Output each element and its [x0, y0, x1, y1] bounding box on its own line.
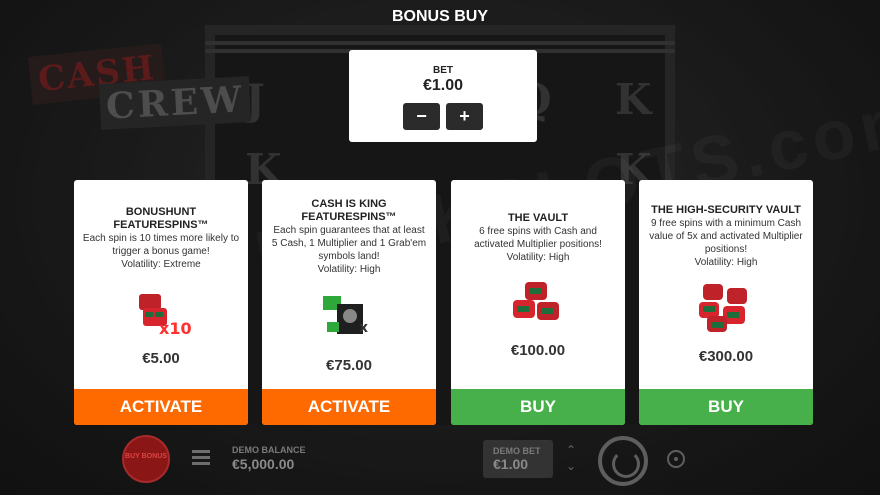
card-title: BONUSHUNT [125, 206, 197, 218]
menu-icon[interactable] [192, 450, 210, 468]
demo-bet-label: DEMO BET [493, 446, 541, 456]
card-price: €100.00 [510, 342, 566, 359]
balance-value: €5,000.00 [232, 456, 295, 472]
cash-is-king-icon: x [323, 296, 368, 336]
bet-decrease-button[interactable]: − [403, 103, 440, 130]
card-title: CASH IS KING [311, 198, 387, 210]
bonus-card-high-security-vault: THE HIGH-SECURITY VAULT 9 free spins wit… [639, 180, 813, 425]
card-price: €75.00 [326, 357, 372, 374]
icon-multiplier-text: x [359, 320, 368, 336]
card-volatility: Volatility: High [694, 257, 758, 268]
bet-selector: BET €1.00 − + [349, 50, 537, 142]
card-description: Each spin is 10 times more likely to tri… [82, 233, 240, 257]
card-volatility: Volatility: High [506, 252, 570, 263]
bet-increase-button[interactable]: + [446, 103, 483, 130]
card-description: 9 free spins with a minimum Cash value o… [649, 218, 803, 255]
card-volatility: Volatility: Extreme [121, 259, 201, 270]
balance-label: DEMO BALANCE [232, 445, 306, 455]
card-description: Each spin guarantees that at least 5 Cas… [271, 225, 427, 262]
money-bags-icon [513, 282, 559, 320]
card-subtitle: FEATURESPINS™ [301, 211, 397, 223]
demo-bet-value: €1.00 [493, 456, 529, 472]
bet-label: BET [433, 65, 453, 76]
buy-button[interactable]: BUY [639, 389, 813, 425]
money-bags-stack-icon [699, 284, 747, 332]
chevron-down-icon[interactable]: ⌄ [566, 458, 576, 474]
autoplay-icon[interactable] [667, 450, 685, 468]
card-price: €5.00 [142, 350, 180, 367]
card-subtitle: FEATURESPINS™ [113, 219, 209, 231]
bonus-card-cash-is-king: CASH IS KING FEATURESPINS™ Each spin gua… [262, 180, 436, 425]
chevron-up-icon[interactable]: ⌃ [566, 442, 576, 458]
icon-multiplier-text: x10 [159, 319, 191, 338]
card-price: €300.00 [698, 348, 754, 365]
bet-value: €1.00 [422, 77, 464, 94]
activate-button[interactable]: ACTIVATE [74, 389, 248, 425]
dialog-title: BONUS BUY [391, 8, 488, 25]
card-description: 6 free spins with Cash and activated Mul… [474, 226, 602, 250]
demo-bet-field[interactable]: DEMO BET €1.00 [483, 440, 553, 478]
buy-bonus-button[interactable]: BUY BONUS [122, 435, 170, 483]
spin-button[interactable] [598, 436, 648, 486]
bet-adjust-arrows[interactable]: ⌃ ⌄ [566, 442, 576, 474]
bonus-card-bonushunt: BONUSHUNT FEATURESPINS™ Each spin is 10 … [74, 180, 248, 425]
cash-bags-x10-icon: x10 [139, 294, 191, 338]
buy-button[interactable]: BUY [451, 389, 625, 425]
bonus-card-the-vault: THE VAULT 6 free spins with Cash and act… [451, 180, 625, 425]
card-volatility: Volatility: High [317, 264, 381, 275]
card-title: THE HIGH-SECURITY VAULT [651, 204, 801, 216]
activate-button[interactable]: ACTIVATE [262, 389, 436, 425]
card-title: THE VAULT [507, 212, 569, 224]
